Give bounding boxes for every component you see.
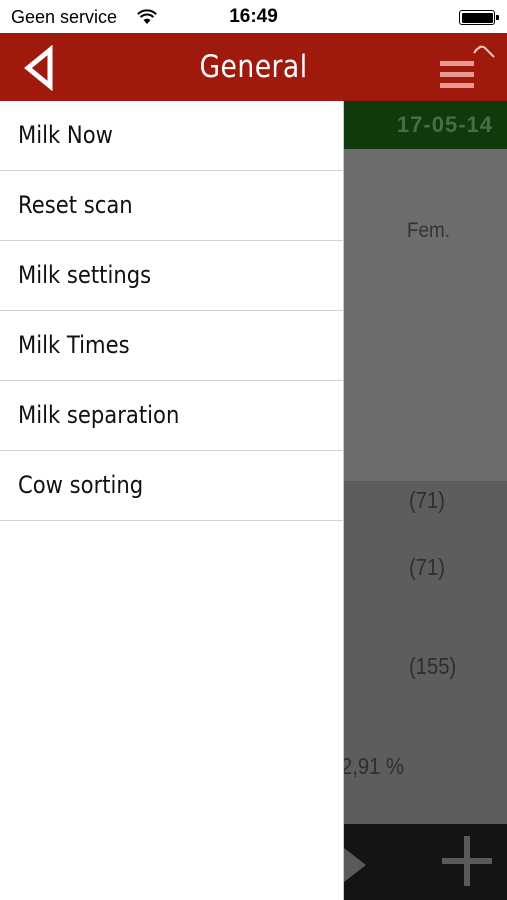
date-label: 17-05-14 [396, 112, 493, 137]
side-drawer: Milk Now Reset scan Milk settings Milk T… [0, 101, 344, 900]
hamburger-menu-icon[interactable] [434, 41, 496, 99]
menu-item-label: Milk settings [18, 261, 152, 289]
menu-item-label: Milk Now [18, 121, 113, 149]
menu-item-cow-sorting[interactable]: Cow sorting [0, 451, 344, 521]
background-screen: 17-05-14 Fem. (71) (71) (155) 2,91 % [344, 101, 507, 900]
battery-icon [459, 10, 499, 25]
menu-item-milk-settings[interactable]: Milk settings [0, 241, 344, 311]
status-bar: Geen service 16:49 [0, 0, 507, 33]
value-2: (71) [409, 554, 445, 580]
menu-item-milk-separation[interactable]: Milk separation [0, 381, 344, 451]
menu-item-reset-scan[interactable]: Reset scan [0, 171, 344, 241]
menu-item-label: Milk separation [18, 401, 180, 429]
clock: 16:49 [229, 6, 278, 27]
background-panel: Fem. [344, 149, 507, 481]
menu-item-label: Reset scan [18, 191, 133, 219]
date-bar: 17-05-14 [344, 101, 507, 149]
page-title: General [199, 49, 308, 85]
menu-item-milk-now[interactable]: Milk Now [0, 101, 344, 171]
column-header: Fem. [407, 219, 451, 242]
value-1: (71) [409, 487, 445, 513]
menu-item-milk-times[interactable]: Milk Times [0, 311, 344, 381]
play-icon [344, 848, 366, 882]
menu-item-label: Milk Times [18, 331, 130, 359]
bottom-toolbar [344, 824, 507, 900]
menu-item-label: Cow sorting [18, 471, 144, 499]
value-percentage: 2,91 % [344, 753, 405, 779]
header-bar: General [0, 33, 507, 101]
plus-icon [442, 836, 492, 886]
value-3: (155) [409, 653, 457, 679]
